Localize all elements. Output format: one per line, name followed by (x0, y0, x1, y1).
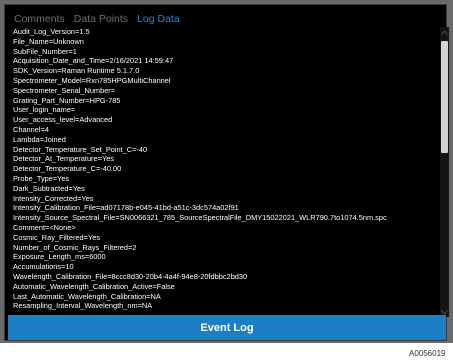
log-line: Intensity_Source_Spectral_File=SN0066321… (13, 213, 387, 223)
vertical-scrollbar[interactable] (440, 27, 449, 317)
log-line: Spectrometer_Model=Rxn785HPGMultiChannel (13, 75, 171, 85)
tab-data-points[interactable]: Data Points (74, 11, 128, 27)
log-line: Detector_Temperature_Set_Point_C=-40 (13, 144, 148, 154)
log-line: Lambda=Joined (13, 134, 66, 144)
log-line: Detector_At_Temperature=Yes (13, 154, 114, 164)
log-line: Number_of_Cosmic_Rays_Filtered=2 (13, 242, 137, 252)
chevron-up-icon[interactable] (440, 27, 449, 37)
log-line: SDK_Version=Raman Runtime 5.1.7.0 (13, 66, 140, 76)
log-text-area[interactable]: Audit_Log_Version=1.5 File_Name=Unknown Su… (13, 27, 433, 317)
scrollbar-thumb[interactable] (441, 41, 448, 153)
figure-id-label: A0056019 (409, 349, 446, 358)
log-line: File_Name=Unknown (13, 36, 84, 46)
log-line: Probe_Type=Yes (13, 173, 70, 183)
log-line: Dark_Subtracted=Yes (13, 183, 85, 193)
log-line: Detector_Temperature_C=-40.00 (13, 164, 122, 174)
log-data-panel: Comments Data Points Log Data Audit_Log_… (4, 4, 449, 341)
tab-bar: Comments Data Points Log Data (14, 11, 180, 27)
tab-log-data[interactable]: Log Data (137, 11, 180, 27)
log-line: User_login_name= (13, 105, 76, 115)
log-line: Comment=<None> (13, 222, 76, 232)
log-line: Intensity_Calibration_File=ad07178b-e045… (13, 203, 239, 213)
log-line: Automatic_Wavelength_Calibration_Active=… (13, 281, 175, 291)
log-line: User_access_level=Advanced (13, 115, 113, 125)
log-line: Grating_Part_Number=HPG-785 (13, 95, 121, 105)
tab-comments[interactable]: Comments (14, 11, 65, 27)
log-line: Cosmic_Ray_Filtered=Yes (13, 232, 101, 242)
log-line: Resampling_Interval_Wavelength_nm=NA (13, 301, 153, 311)
log-line: Channel=4 (13, 124, 49, 134)
log-line: Wavelength_Calibration_File=8ccc8d30-20b… (13, 271, 248, 281)
log-line: SubFile_Number=1 (13, 46, 77, 56)
log-line: Exposure_Length_ms=6000 (13, 252, 106, 262)
log-line: Intensity_Corrected=Yes (13, 193, 94, 203)
event-log-button[interactable]: Event Log (8, 315, 446, 340)
log-line: Last_Automatic_Wavelength_Calibration=NA (13, 291, 161, 301)
log-line: Audit_Log_Version=1.5 (13, 27, 90, 36)
log-line: Accumulations=10 (13, 262, 74, 272)
log-line: Acquisition_Date_and_Time=2/16/2021 14:5… (13, 56, 174, 66)
log-viewer-frame: Comments Data Points Log Data Audit_Log_… (0, 0, 453, 343)
log-line: Spectrometer_Serial_Number= (13, 85, 116, 95)
